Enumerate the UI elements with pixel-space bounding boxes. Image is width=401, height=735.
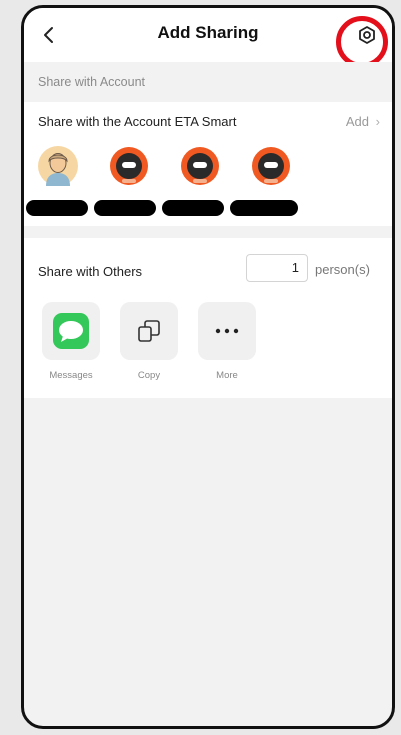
copy-label: Copy bbox=[137, 370, 161, 381]
robot-avatar-icon bbox=[252, 147, 290, 185]
messages-tile bbox=[42, 302, 100, 360]
hexagon-gear-icon bbox=[359, 26, 375, 44]
app-header: Add Sharing bbox=[24, 8, 392, 68]
messages-icon bbox=[53, 313, 89, 349]
redaction-bar bbox=[94, 200, 156, 216]
section-label-share-account: Share with Account bbox=[24, 62, 392, 102]
redacted-names bbox=[26, 200, 298, 216]
share-more-button[interactable]: More bbox=[198, 302, 256, 381]
person-count-input[interactable]: 1 bbox=[246, 254, 308, 282]
member-avatar-1[interactable] bbox=[38, 146, 78, 186]
share-account-title: Share with the Account ETA Smart bbox=[38, 114, 237, 129]
redaction-bar bbox=[230, 200, 298, 216]
redaction-bar bbox=[162, 200, 224, 216]
user-portrait-icon bbox=[38, 146, 78, 186]
person-count-unit: person(s) bbox=[315, 262, 370, 277]
share-messages-button[interactable]: Messages bbox=[42, 302, 100, 381]
page-title: Add Sharing bbox=[157, 23, 259, 42]
add-member-button[interactable]: Add › bbox=[346, 114, 380, 129]
messages-label: Messages bbox=[49, 370, 93, 381]
member-avatar-3[interactable] bbox=[180, 146, 220, 186]
more-dots-icon bbox=[215, 328, 239, 334]
member-avatar-2[interactable] bbox=[109, 146, 149, 186]
share-copy-button[interactable]: Copy bbox=[120, 302, 178, 381]
more-label: More bbox=[216, 370, 238, 381]
robot-avatar-icon bbox=[181, 147, 219, 185]
member-avatars bbox=[38, 146, 291, 186]
share-others-card: Share with Others 1 person(s) Messages C… bbox=[24, 238, 392, 398]
redaction-bar bbox=[26, 200, 88, 216]
settings-button[interactable] bbox=[336, 16, 388, 68]
more-tile bbox=[198, 302, 256, 360]
member-avatar-4[interactable] bbox=[251, 146, 291, 186]
add-label: Add bbox=[345, 114, 370, 129]
copy-icon bbox=[138, 320, 160, 342]
phone-frame: Add Sharing Share with Account Share wit… bbox=[21, 5, 395, 729]
share-apps: Messages Copy More bbox=[42, 302, 256, 381]
share-account-card: Share with the Account ETA Smart Add › bbox=[24, 102, 392, 226]
copy-tile bbox=[120, 302, 178, 360]
robot-avatar-icon bbox=[110, 147, 148, 185]
chevron-right-icon: › bbox=[375, 114, 380, 129]
share-others-title: Share with Others bbox=[38, 264, 143, 279]
